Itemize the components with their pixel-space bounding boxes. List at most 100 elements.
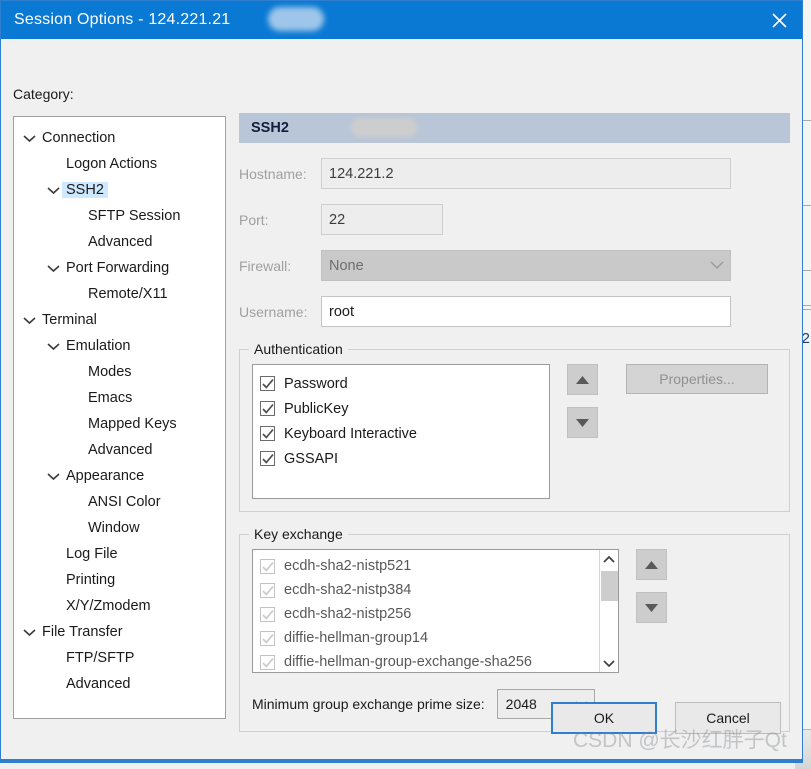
- key-exchange-list[interactable]: ecdh-sha2-nistp521 ecdh-sha2-nistp384 ecdh…: [252, 549, 619, 673]
- tree-item-port-forwarding[interactable]: Port Forwarding: [14, 255, 225, 281]
- checkbox-checked-icon[interactable]: [260, 451, 275, 466]
- tree-item-ftp-sftp[interactable]: FTP/SFTP: [14, 645, 225, 671]
- checkbox-checked-icon[interactable]: [260, 654, 275, 670]
- triangle-up-icon[interactable]: [567, 364, 598, 395]
- key-exchange-scrollbar[interactable]: [599, 550, 618, 672]
- tree-item-window[interactable]: Window: [14, 515, 225, 541]
- firewall-dropdown[interactable]: None: [321, 250, 731, 281]
- firewall-label: Firewall:: [239, 257, 292, 274]
- chevron-down-icon[interactable]: [44, 333, 62, 359]
- triangle-down-icon[interactable]: [636, 592, 667, 623]
- tree-item-label: Port Forwarding: [66, 260, 170, 276]
- chevron-down-icon[interactable]: [20, 619, 38, 645]
- tree-item-advanced[interactable]: Advanced: [14, 437, 225, 463]
- list-item-label: diffie-hellman-group-exchange-sha256: [284, 654, 533, 670]
- tree-item-label: Connection: [42, 130, 116, 146]
- chevron-down-icon[interactable]: [600, 653, 619, 672]
- list-item-label: ecdh-sha2-nistp521: [284, 558, 412, 574]
- title-bar: Session Options - 124.221.21: [1, 1, 802, 39]
- watermark: CSDN @长沙红胖子Qt: [573, 729, 787, 752]
- dialog-body: Category: Connection Logon Actions SSH2 SFT…: [1, 39, 802, 762]
- checkbox-checked-icon[interactable]: [260, 376, 275, 391]
- checkbox-checked-icon[interactable]: [260, 426, 275, 441]
- chevron-down-icon[interactable]: [44, 463, 62, 489]
- chevron-down-icon[interactable]: [20, 125, 38, 151]
- triangle-up-icon[interactable]: [636, 549, 667, 580]
- chevron-down-icon[interactable]: [20, 307, 38, 333]
- tree-item-printing[interactable]: Printing: [14, 567, 225, 593]
- username-input[interactable]: root: [321, 296, 731, 327]
- hostname-input[interactable]: 124.221.2: [321, 158, 731, 189]
- authentication-group: Authentication Password PublicKey Keyboard…: [239, 341, 790, 512]
- tree-item-connection[interactable]: Connection: [14, 125, 225, 151]
- tree-item-label: SFTP Session: [88, 208, 181, 224]
- tree-item-ssh2[interactable]: SSH2: [14, 177, 225, 203]
- tree-item-file-transfer[interactable]: File Transfer: [14, 619, 225, 645]
- list-item[interactable]: Keyboard Interactive: [260, 421, 549, 446]
- list-item[interactable]: diffie-hellman-group-exchange-sha256: [260, 650, 618, 672]
- authentication-list[interactable]: Password PublicKey Keyboard Interactive GSS…: [252, 364, 550, 499]
- tree-item-label: ANSI Color: [88, 494, 161, 510]
- checkbox-checked-icon[interactable]: [260, 606, 275, 622]
- dialog-bottom-accent: [1, 759, 802, 762]
- chevron-down-icon[interactable]: [44, 177, 62, 203]
- list-item-label: ecdh-sha2-nistp384: [284, 582, 412, 598]
- list-item[interactable]: ecdh-sha2-nistp384: [260, 578, 618, 602]
- tree-item-emacs[interactable]: Emacs: [14, 385, 225, 411]
- list-item-label: diffie-hellman-group14: [284, 630, 429, 646]
- chevron-down-icon[interactable]: [44, 255, 62, 281]
- tree-item-label: Advanced: [88, 234, 153, 250]
- tree-item-appearance[interactable]: Appearance: [14, 463, 225, 489]
- tree-item-modes[interactable]: Modes: [14, 359, 225, 385]
- properties-button[interactable]: Properties...: [626, 364, 768, 394]
- category-label: Category:: [13, 86, 74, 102]
- tree-item-label: Terminal: [42, 312, 97, 328]
- list-item-label: Keyboard Interactive: [284, 425, 417, 442]
- category-tree[interactable]: Connection Logon Actions SSH2 SFTP Session A…: [13, 116, 226, 719]
- scrollbar-thumb[interactable]: [600, 571, 618, 601]
- list-item[interactable]: diffie-hellman-group14: [260, 626, 618, 650]
- checkbox-checked-icon[interactable]: [260, 630, 275, 646]
- tree-item-remote-x11[interactable]: Remote/X11: [14, 281, 225, 307]
- tree-item-label: File Transfer: [42, 624, 123, 640]
- tree-item-sftp-session[interactable]: SFTP Session: [14, 203, 225, 229]
- checkbox-checked-icon[interactable]: [260, 401, 275, 416]
- tree-item-log-file[interactable]: Log File: [14, 541, 225, 567]
- hostname-label: Hostname:: [239, 165, 307, 182]
- list-item[interactable]: PublicKey: [260, 396, 549, 421]
- list-item[interactable]: ecdh-sha2-nistp521: [260, 554, 618, 578]
- close-icon[interactable]: [756, 1, 802, 39]
- hostname-redaction-blur: [351, 118, 417, 137]
- tree-item-label: Emulation: [66, 338, 131, 354]
- tree-item-label: Log File: [66, 546, 118, 562]
- tree-item-label: Remote/X11: [88, 286, 168, 302]
- tree-item-ansi-color[interactable]: ANSI Color: [14, 489, 225, 515]
- tree-item-terminal[interactable]: Terminal: [14, 307, 225, 333]
- triangle-down-icon[interactable]: [567, 407, 598, 438]
- tree-item-x-y-zmodem[interactable]: X/Y/Zmodem: [14, 593, 225, 619]
- window-title: Session Options - 124.221.21: [14, 11, 231, 28]
- tree-item-advanced[interactable]: Advanced: [14, 229, 225, 255]
- tree-item-label: Advanced: [88, 442, 153, 458]
- checkbox-checked-icon[interactable]: [260, 582, 275, 598]
- checkbox-checked-icon[interactable]: [260, 558, 275, 574]
- list-item[interactable]: Password: [260, 371, 549, 396]
- tree-item-logon-actions[interactable]: Logon Actions: [14, 151, 225, 177]
- tree-item-mapped-keys[interactable]: Mapped Keys: [14, 411, 225, 437]
- tree-item-emulation[interactable]: Emulation: [14, 333, 225, 359]
- port-input[interactable]: 22: [321, 204, 443, 235]
- list-item[interactable]: GSSAPI: [260, 446, 549, 471]
- list-item[interactable]: ecdh-sha2-nistp256: [260, 602, 618, 626]
- scrollbar-track[interactable]: [600, 569, 619, 653]
- chevron-up-icon[interactable]: [600, 550, 619, 569]
